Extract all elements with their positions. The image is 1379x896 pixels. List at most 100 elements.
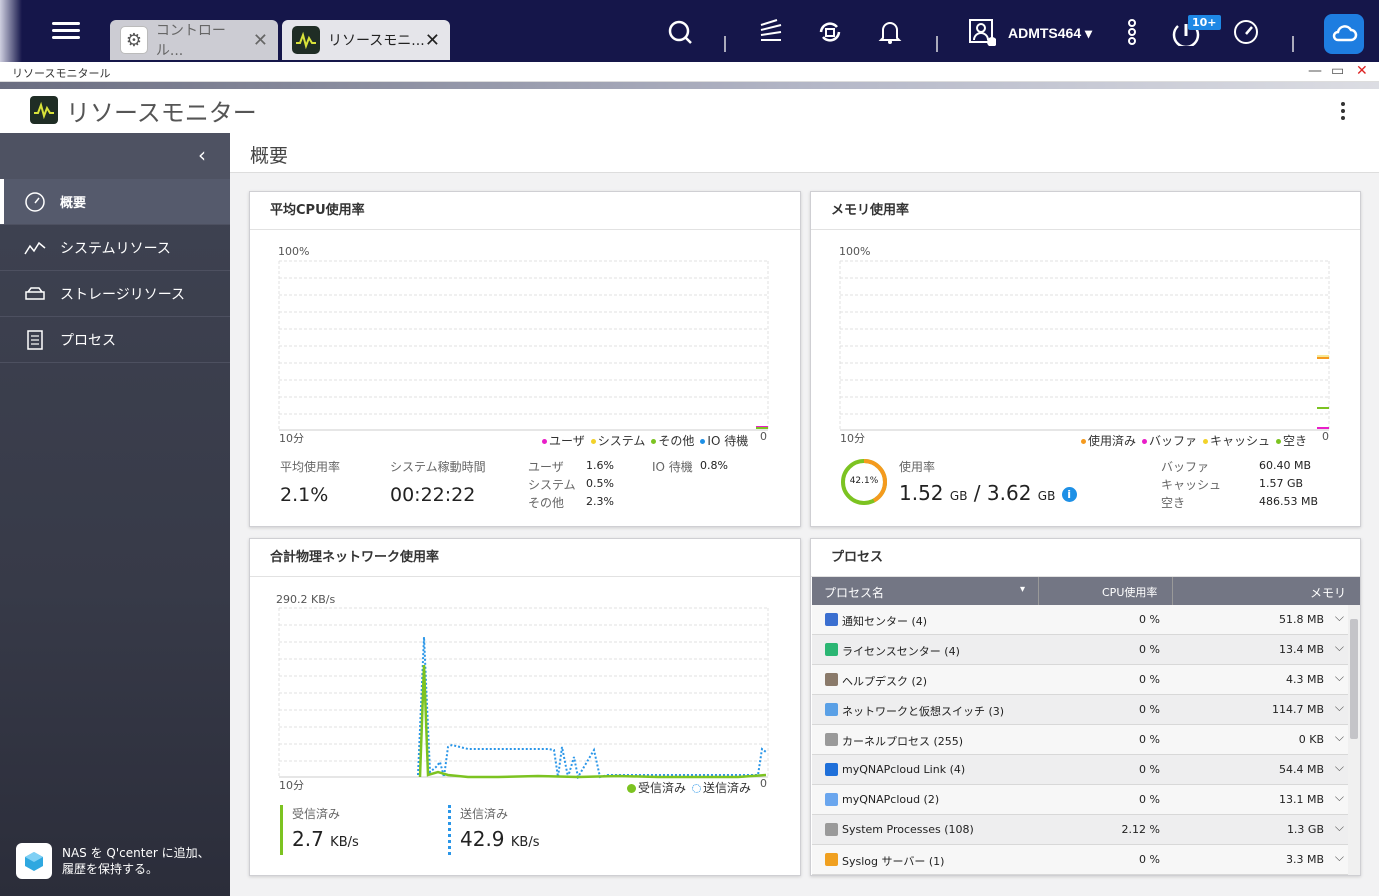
- resource-monitor-icon: [292, 26, 320, 54]
- notification-badge: 10+: [1188, 15, 1221, 30]
- resource-monitor-logo-icon: [30, 96, 58, 124]
- myqnapcloud-button[interactable]: [1324, 14, 1364, 54]
- x-label: 10分: [279, 779, 304, 792]
- sidebar-item-label: システムリソース: [60, 240, 171, 257]
- main-header: 概要: [230, 133, 1379, 173]
- maximize-button[interactable]: ▭: [1331, 63, 1344, 79]
- chevron-down-icon[interactable]: ⌵: [1335, 670, 1344, 685]
- minimize-button[interactable]: —: [1308, 63, 1322, 79]
- user-avatar-icon[interactable]: [968, 18, 996, 46]
- table-row[interactable]: ネットワークと仮想スイッチ (3) 0 % 114.7 MB ⌵: [812, 695, 1348, 725]
- separator: [724, 36, 726, 52]
- more-options-icon[interactable]: [1118, 18, 1146, 46]
- table-row[interactable]: カーネルプロセス (255) 0 % 0 KB ⌵: [812, 725, 1348, 755]
- document-list-icon: [24, 329, 46, 351]
- card-title: 平均CPU使用率: [250, 192, 800, 230]
- avg-usage-value: 2.1%: [280, 484, 329, 506]
- sidebar-item-system-resource[interactable]: システムリソース: [0, 225, 230, 271]
- sort-down-icon[interactable]: ▾: [1020, 584, 1025, 595]
- chevron-down-icon[interactable]: ⌵: [1335, 730, 1344, 745]
- chevron-left-icon[interactable]: ‹: [198, 143, 206, 167]
- legend-buffer: バッファ: [1142, 432, 1197, 449]
- background-tasks-icon[interactable]: [757, 18, 785, 46]
- dashboard-gauge-icon[interactable]: [1232, 18, 1260, 46]
- tab-control-panel[interactable]: ⚙ コントロール... ✕: [110, 20, 278, 60]
- tab-resource-monitor[interactable]: リソースモニ... ✕: [282, 20, 450, 60]
- table-row[interactable]: myQNAPcloud Link (4) 0 % 54.4 MB ⌵: [812, 755, 1348, 785]
- chevron-down-icon[interactable]: ⌵: [1335, 820, 1344, 835]
- uptime-value: 00:22:22: [390, 484, 476, 506]
- qcenter-text-line2: 履歴を保持する。: [62, 862, 159, 876]
- received-label: 受信済み: [292, 807, 341, 821]
- uptime-label: システム稼動時間: [390, 460, 486, 474]
- tab-label: リソースモニ...: [328, 33, 425, 49]
- legend-io: IO 待機: [700, 432, 748, 449]
- chevron-down-icon[interactable]: ⌵: [1335, 790, 1344, 805]
- chevron-down-icon[interactable]: ⌵: [1335, 610, 1344, 625]
- process-card: プロセス プロセス名 ▾ CPU使用率 メモリ 通知センター (4) 0 % 51.…: [810, 538, 1361, 876]
- sent-value: 42.9 KB/s: [460, 827, 540, 851]
- sidebar-item-label: ストレージリソース: [60, 286, 186, 303]
- process-scrollbar[interactable]: [1348, 605, 1360, 875]
- main-content: 概要 平均CPU使用率 100% 10分 ユーザ システム その他 IO 待機 …: [230, 133, 1379, 896]
- app-title: リソースモニター: [66, 99, 257, 127]
- sidebar-item-label: 概要: [60, 196, 87, 211]
- sidebar-item-overview[interactable]: 概要: [0, 179, 230, 225]
- column-divider: [1172, 577, 1173, 605]
- network-usage-card: 合計物理ネットワーク使用率 290.2 KB/s 10分 受信済み 送信済み 0…: [249, 538, 801, 876]
- chevron-down-icon[interactable]: ⌵: [1335, 640, 1344, 655]
- table-row[interactable]: Syslog サーバー (1) 0 % 3.3 MB ⌵: [812, 845, 1348, 875]
- avg-usage-label: 平均使用率: [280, 460, 341, 474]
- bell-icon[interactable]: [876, 18, 904, 46]
- memory-usage-value: 1.52 GB / 3.62 GB i: [899, 481, 1077, 505]
- chevron-down-icon[interactable]: ⌵: [1335, 700, 1344, 715]
- network-chart: [278, 607, 769, 779]
- sidebar-item-storage-resource[interactable]: ストレージリソース: [0, 271, 230, 317]
- col-process-name[interactable]: プロセス名: [824, 584, 884, 601]
- free-label: 空き: [1161, 496, 1186, 510]
- myqnapcloud-link-icon: [825, 763, 838, 776]
- syslog-server-icon: [825, 853, 838, 866]
- qcenter-promo[interactable]: NAS を Q'center に追加、 履歴を保持する。: [16, 843, 210, 879]
- separator: [936, 36, 938, 52]
- sidebar: ‹ 概要 システムリソース ストレージリソース プロセス NAS を Q'cen…: [0, 133, 230, 896]
- network-rx-series: [418, 664, 767, 779]
- col-cpu[interactable]: CPU使用率: [1102, 584, 1157, 600]
- window-header-strip: [0, 82, 1379, 89]
- received-bar: [280, 805, 283, 855]
- free-value: 486.53 MB: [1259, 495, 1319, 508]
- table-row[interactable]: System Processes (108) 2.12 % 1.3 GB ⌵: [812, 815, 1348, 845]
- system-value: 0.5%: [586, 477, 614, 490]
- process-list: 通知センター (4) 0 % 51.8 MB ⌵ ライセンスセンター (4) 0 % 13…: [811, 605, 1348, 877]
- sidebar-item-process[interactable]: プロセス: [0, 317, 230, 363]
- sync-icon[interactable]: [816, 18, 844, 46]
- card-title: 合計物理ネットワーク使用率: [250, 539, 800, 577]
- table-row[interactable]: ヘルプデスク (2) 0 % 4.3 MB ⌵: [812, 665, 1348, 695]
- window-title-bar: リソースモニタール — ▭ ✕: [0, 62, 1379, 82]
- y-max-label: 100%: [839, 245, 871, 258]
- chevron-down-icon[interactable]: ⌵: [1335, 760, 1344, 775]
- table-row[interactable]: 通知センター (4) 0 % 51.8 MB ⌵: [812, 605, 1348, 635]
- scrollbar-thumb[interactable]: [1350, 619, 1358, 739]
- close-icon[interactable]: ✕: [425, 30, 440, 51]
- top-bar: ⚙ コントロール... ✕ リソースモニ... ✕ ADMTS464 ▾ 10+: [0, 0, 1379, 62]
- search-icon[interactable]: [666, 18, 694, 46]
- close-icon[interactable]: ✕: [253, 30, 268, 51]
- line-chart-icon: [24, 237, 46, 259]
- main-menu-button[interactable]: [52, 18, 80, 46]
- notification-center-icon: [825, 613, 838, 626]
- col-memory[interactable]: メモリ: [1310, 584, 1346, 601]
- page-title: 概要: [250, 145, 289, 167]
- user-name[interactable]: ADMTS464 ▾: [1008, 25, 1092, 42]
- user-label: ユーザ: [528, 460, 564, 474]
- app-menu-icon[interactable]: [1336, 99, 1350, 125]
- table-row[interactable]: ライセンスセンター (4) 0 % 13.4 MB ⌵: [812, 635, 1348, 665]
- chevron-down-icon[interactable]: ⌵: [1335, 850, 1344, 865]
- info-icon[interactable]: i: [1061, 487, 1077, 502]
- table-row[interactable]: myQNAPcloud (2) 0 % 13.1 MB ⌵: [812, 785, 1348, 815]
- user-value: 1.6%: [586, 459, 614, 472]
- close-window-button[interactable]: ✕: [1356, 63, 1368, 79]
- zero-label: 0: [760, 777, 767, 790]
- memory-chart: [839, 260, 1330, 431]
- qcenter-icon: [16, 843, 52, 879]
